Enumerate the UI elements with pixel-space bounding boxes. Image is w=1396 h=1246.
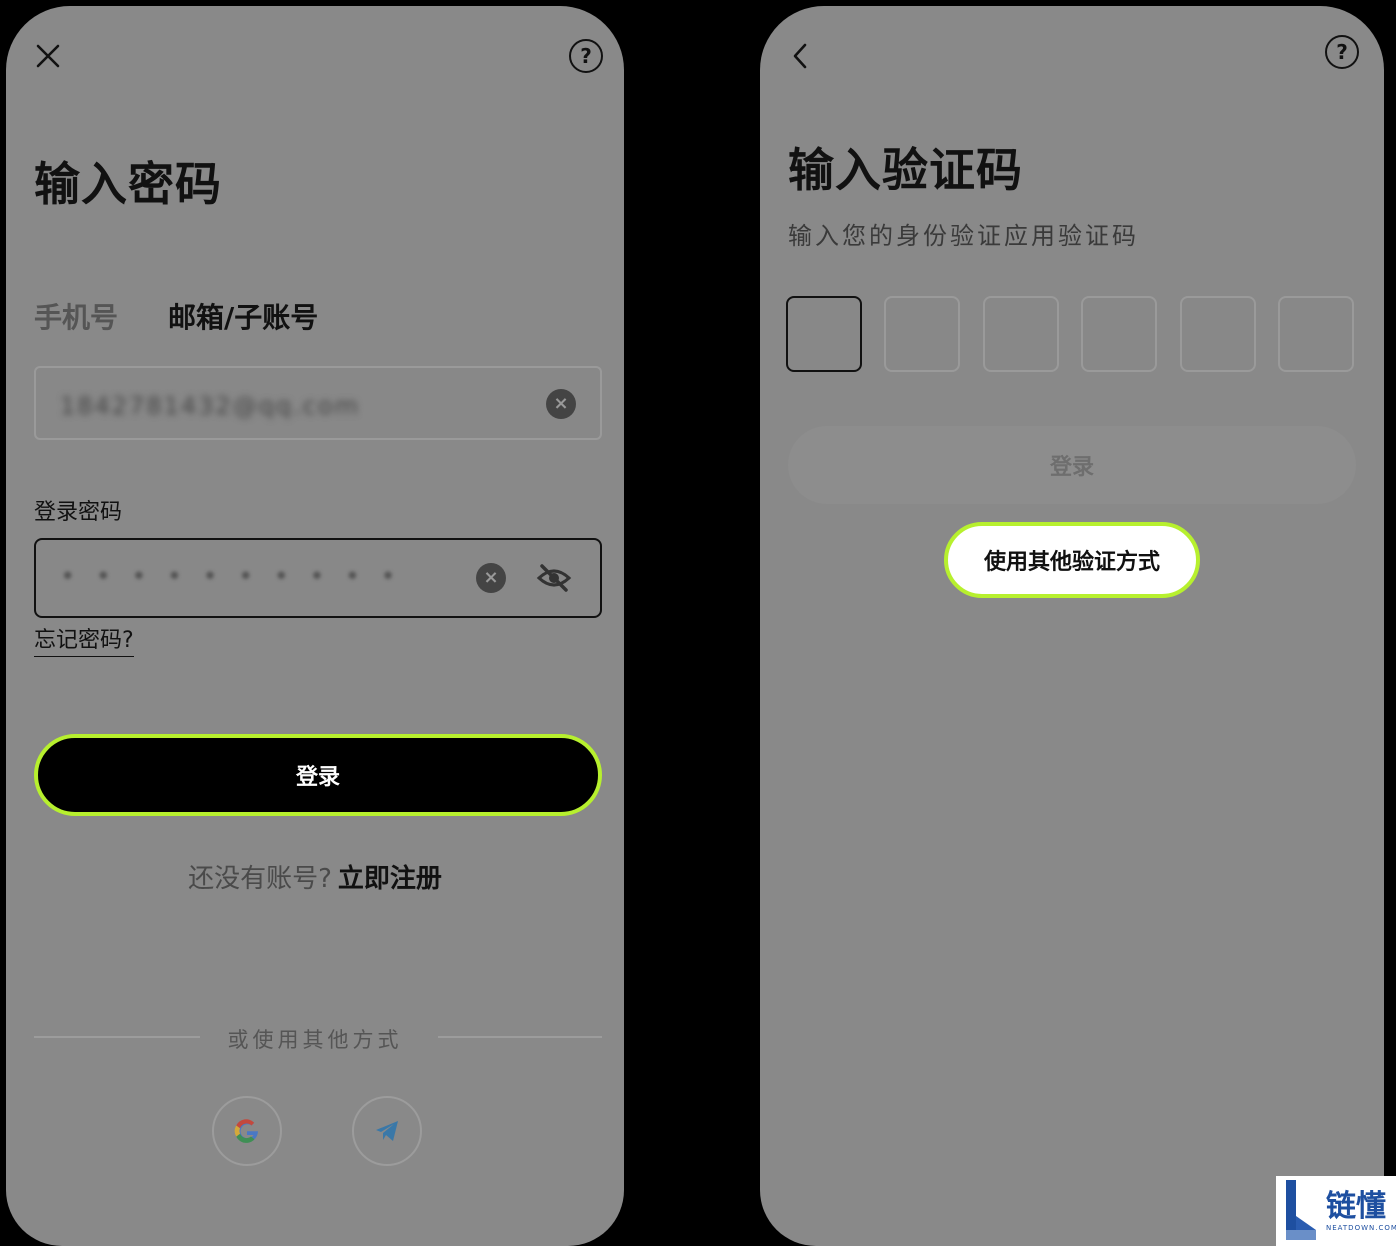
login-button-disabled[interactable]: 登录 [788,426,1356,504]
forgot-password-link[interactable]: 忘记密码? [34,622,134,657]
password-input[interactable]: • • • • • • • • • • × [34,538,602,618]
password-login-screen: ? 输入密码 手机号 邮箱/子账号 1842781432@qq.com × 登录… [6,6,624,1246]
telegram-login-button[interactable] [352,1096,422,1166]
password-label: 登录密码 [34,500,123,525]
help-icon[interactable]: ? [566,36,606,76]
register-question: 还没有账号? [188,864,332,894]
divider-text: 或使用其他方式 [227,1028,403,1052]
register-prompt: 还没有账号? 立即注册 [6,858,624,895]
help-icon[interactable]: ? [1322,32,1362,72]
google-login-button[interactable] [212,1096,282,1166]
hide-password-icon[interactable] [534,558,574,598]
watermark-logo: 链懂 NEATDOWN.COM [1276,1176,1396,1246]
back-icon[interactable] [780,36,820,76]
other-verification-method-button[interactable]: 使用其他验证方式 [944,522,1200,598]
code-box-4[interactable] [1081,296,1157,372]
password-value-masked: • • • • • • • • • • [60,562,402,592]
code-box-6[interactable] [1278,296,1354,372]
google-icon [234,1119,258,1143]
account-value-blurred: 1842781432@qq.com [60,392,361,420]
clear-account-icon[interactable]: × [546,389,576,419]
page-title: 输入验证码 [788,143,1023,197]
code-box-1[interactable] [786,296,862,372]
account-input[interactable]: 1842781432@qq.com × [34,366,602,440]
verification-code-screen: ? 输入验证码 输入您的身份验证应用验证码 登录 使用其他验证方式 [760,6,1384,1246]
watermark-l-mark [1280,1176,1320,1246]
screenshot-stage: ? 输入密码 手机号 邮箱/子账号 1842781432@qq.com × 登录… [0,0,1396,1246]
code-box-2[interactable] [884,296,960,372]
page-subtitle: 输入您的身份验证应用验证码 [788,222,1139,250]
clear-password-icon[interactable]: × [476,563,506,593]
close-icon[interactable] [28,36,68,76]
tab-phone[interactable]: 手机号 [34,296,118,336]
telegram-icon [376,1121,398,1141]
watermark-en: NEATDOWN.COM [1326,1224,1396,1232]
watermark-cn: 链懂 [1326,1189,1386,1224]
code-box-5[interactable] [1180,296,1256,372]
tab-email-subaccount[interactable]: 邮箱/子账号 [168,296,318,336]
page-title: 输入密码 [34,157,222,211]
divider-right [438,1036,602,1038]
login-button[interactable]: 登录 [34,734,602,816]
register-link[interactable]: 立即注册 [338,864,442,894]
code-box-3[interactable] [983,296,1059,372]
